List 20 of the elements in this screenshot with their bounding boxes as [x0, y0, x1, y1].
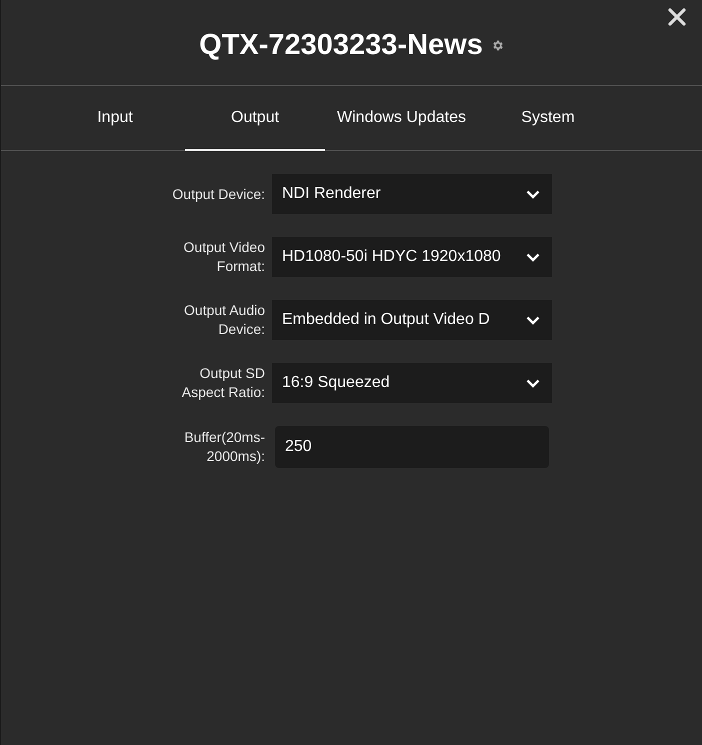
dropdown[interactable]: Embedded in Output Video D	[272, 300, 552, 340]
field-label: Output Audio Device:	[183, 301, 265, 339]
dropdown[interactable]: 16:9 Squeezed	[272, 363, 552, 403]
input-field[interactable]: 250	[275, 426, 549, 468]
dropdown[interactable]: NDI Renderer	[272, 174, 552, 214]
window-title: QTX-72303233-News	[199, 29, 483, 62]
tab[interactable]: System	[478, 86, 618, 151]
chevron-down-icon	[526, 378, 540, 388]
field-label: Buffer(20ms-2000ms):	[183, 428, 265, 466]
settings-icon[interactable]	[490, 39, 504, 52]
field-label: Output Video Format:	[182, 238, 265, 276]
chevron-down-icon	[526, 252, 540, 262]
chevron-down-icon	[526, 316, 540, 324]
tab[interactable]: Output	[185, 86, 326, 151]
field-label: Output SD Aspect Ratio:	[180, 364, 265, 402]
field-label: Output Device:	[171, 184, 265, 204]
tab[interactable]: Windows Updates	[325, 86, 478, 151]
chevron-down-icon	[526, 190, 540, 198]
dropdown[interactable]: HD1080-50i HDYC 1920x1080	[272, 237, 552, 277]
tab[interactable]: Input	[45, 86, 186, 151]
